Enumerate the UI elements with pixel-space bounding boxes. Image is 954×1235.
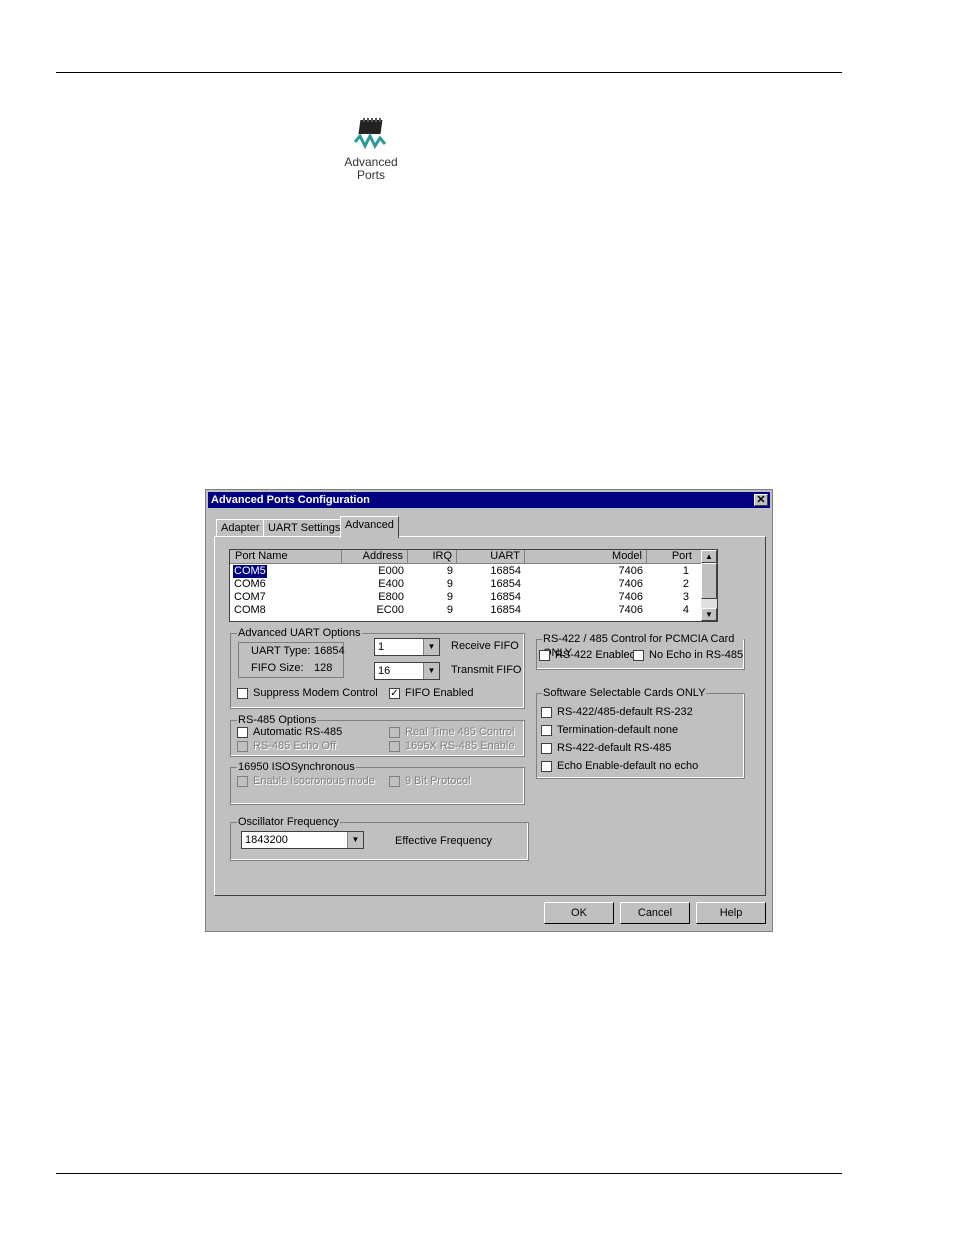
suppress-modem-checkbox[interactable] (237, 688, 248, 699)
row-uart: 16854 (490, 578, 521, 590)
fifo-size-value: 128 (314, 662, 333, 674)
receive-fifo-select[interactable]: 1 ▼ (374, 638, 440, 656)
row-port-name: COM7 (234, 591, 266, 603)
transmit-fifo-label: Transmit FIFO (451, 664, 522, 676)
oscillator-select[interactable]: 1843200 ▼ (241, 831, 364, 849)
row-uart: 16854 (490, 591, 521, 603)
advanced-ports-dialog: Advanced Ports Configuration ✕ Adapter U… (205, 489, 773, 932)
row-address: E400 (378, 578, 404, 590)
tab-uart-settings[interactable]: UART Settings (263, 519, 346, 537)
automatic-rs485-label: Automatic RS-485 (253, 726, 343, 738)
nine-bit-label: 9 Bit Protocol (405, 775, 471, 787)
isocronous-label: Enable Isocronous mode (253, 775, 375, 787)
transmit-fifo-value: 16 (378, 665, 391, 677)
port-list[interactable]: Port Name Address IRQ UART Model Port CO… (229, 549, 718, 622)
row-irq: 9 (446, 565, 453, 577)
automatic-rs485-checkbox[interactable] (237, 727, 248, 738)
isosync-title: 16950 ISOSynchronous (237, 760, 356, 774)
rs485-enable-label: 1695X RS-485 Enable (405, 740, 515, 752)
software-label-3: RS-422-default RS-485 (557, 742, 672, 754)
row-irq: 9 (446, 578, 453, 590)
software-title: Software Selectable Cards ONLY (542, 686, 707, 700)
rs485-enable-checkbox (389, 741, 400, 752)
rs422-enabled-label: RS-422 Enabled (555, 649, 636, 661)
tab-adapter[interactable]: Adapter (216, 519, 265, 537)
software-checkbox-3[interactable] (541, 743, 552, 754)
list-scrollbar[interactable]: ▲ ▼ (701, 550, 717, 621)
dialog-title: Advanced Ports Configuration (211, 494, 370, 506)
chevron-down-icon[interactable]: ▼ (423, 639, 439, 655)
advanced-ports-shortcut[interactable]: Advanced Ports (336, 116, 406, 182)
echo-off-label: RS-485 Echo Off (253, 740, 336, 752)
software-label-4: Echo Enable-default no echo (557, 760, 699, 772)
col-model[interactable]: Model (525, 550, 647, 564)
row-port: 2 (682, 578, 689, 590)
rs485-title: RS-485 Options (237, 713, 318, 727)
col-irq[interactable]: IRQ (408, 550, 457, 564)
row-address: EC00 (376, 604, 404, 616)
receive-fifo-label: Receive FIFO (451, 640, 519, 652)
close-button[interactable]: ✕ (754, 494, 768, 506)
row-port-name: COM6 (234, 578, 266, 590)
chevron-down-icon[interactable]: ▼ (423, 663, 439, 679)
software-checkbox-4[interactable] (541, 761, 552, 772)
fifo-enabled-label: FIFO Enabled (405, 687, 474, 699)
software-label-1: RS-422/485-default RS-232 (557, 706, 693, 718)
oscillator-value: 1843200 (245, 834, 288, 846)
scroll-up-button[interactable]: ▲ (701, 550, 717, 563)
row-uart: 16854 (490, 604, 521, 616)
effective-frequency-label: Effective Frequency (395, 835, 493, 847)
real-time-485-label: Real Time 485 Control (405, 726, 515, 738)
advanced-uart-title: Advanced UART Options (237, 626, 362, 640)
row-address: E800 (378, 591, 404, 603)
help-button[interactable]: Help (696, 902, 766, 924)
nine-bit-checkbox (389, 776, 400, 787)
echo-off-checkbox (237, 741, 248, 752)
dialog-titlebar[interactable]: Advanced Ports Configuration ✕ (208, 492, 770, 508)
bottom-rule (56, 1173, 842, 1174)
suppress-modem-label: Suppress Modem Control (253, 687, 378, 699)
software-label-2: Termination-default none (557, 724, 679, 736)
scroll-thumb[interactable] (701, 563, 717, 599)
transmit-fifo-select[interactable]: 16 ▼ (374, 662, 440, 680)
no-echo-label: No Echo in RS-485 (649, 649, 744, 661)
software-checkbox-2[interactable] (541, 725, 552, 736)
row-port: 4 (682, 604, 689, 616)
col-port-name[interactable]: Port Name (230, 550, 342, 564)
software-checkbox-1[interactable] (541, 707, 552, 718)
chevron-down-icon[interactable]: ▼ (347, 832, 363, 848)
uart-type-label: UART Type: (251, 645, 311, 657)
isocronous-checkbox (237, 776, 248, 787)
top-rule (56, 72, 842, 73)
row-port-name: COM8 (234, 604, 266, 616)
cancel-button[interactable]: Cancel (620, 902, 690, 924)
scroll-down-button[interactable]: ▼ (701, 608, 717, 621)
col-uart[interactable]: UART (457, 550, 525, 564)
fifo-size-label: FIFO Size: (251, 662, 304, 674)
shortcut-label-2: Ports (356, 168, 385, 182)
row-irq: 9 (446, 604, 453, 616)
col-address[interactable]: Address (342, 550, 408, 564)
row-port: 1 (682, 565, 689, 577)
oscillator-title: Oscillator Frequency (237, 815, 340, 829)
tab-advanced[interactable]: Advanced (340, 516, 399, 538)
row-uart: 16854 (490, 565, 521, 577)
row-model: 7406 (618, 565, 643, 577)
receive-fifo-value: 1 (378, 641, 385, 653)
fifo-enabled-checkbox[interactable]: ✓ (389, 688, 400, 699)
row-port-name: COM5 (232, 564, 268, 579)
row-model: 7406 (618, 591, 643, 603)
row-irq: 9 (446, 591, 453, 603)
row-model: 7406 (618, 578, 643, 590)
row-port: 3 (682, 591, 689, 603)
col-port[interactable]: Port (647, 550, 703, 564)
uart-type-value: 16854 (314, 645, 345, 657)
no-echo-checkbox[interactable] (633, 650, 644, 661)
rs422-enabled-checkbox[interactable] (539, 650, 550, 661)
real-time-485-checkbox (389, 727, 400, 738)
chip-icon (353, 118, 387, 150)
ok-button[interactable]: OK (544, 902, 614, 924)
row-address: E000 (378, 565, 404, 577)
row-model: 7406 (618, 604, 643, 616)
